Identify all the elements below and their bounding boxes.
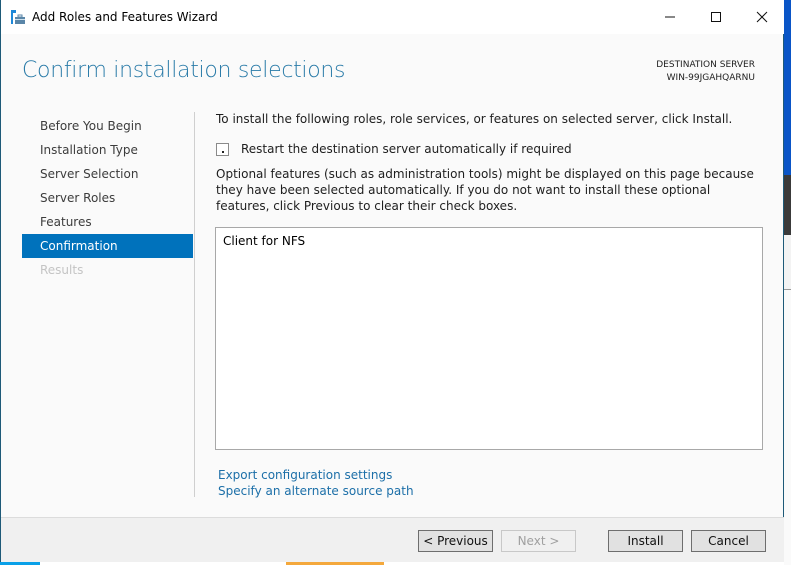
maximize-button[interactable] — [693, 0, 739, 34]
nav-item-features[interactable]: Features — [22, 210, 193, 234]
close-button[interactable] — [739, 0, 785, 34]
desktop-background-panel-light — [784, 235, 791, 290]
nav-item-before-you-begin[interactable]: Before You Begin — [22, 114, 193, 138]
cancel-button[interactable]: Cancel — [691, 530, 766, 552]
button-bar: < Previous Next > Install Cancel — [1, 517, 784, 562]
wizard-nav: Before You Begin Installation Type Serve… — [22, 114, 193, 282]
nav-divider — [194, 112, 195, 497]
links-area: Export configuration settings Specify an… — [218, 467, 414, 499]
next-button: Next > — [501, 530, 576, 552]
page-title: Confirm installation selections — [22, 58, 346, 83]
title-bar[interactable]: Add Roles and Features Wizard — [1, 0, 784, 34]
selection-item: Client for NFS — [223, 234, 306, 248]
nav-item-confirmation[interactable]: Confirmation — [22, 234, 193, 258]
restart-checkbox-label[interactable]: Restart the destination server automatic… — [241, 142, 572, 156]
nav-item-results: Results — [40, 263, 84, 277]
destination-server-info: DESTINATION SERVER WIN-99JGAHQARNU — [656, 59, 755, 85]
window-title: Add Roles and Features Wizard — [32, 10, 218, 24]
nav-item-server-selection[interactable]: Server Selection — [22, 162, 193, 186]
wizard-window: Add Roles and Features Wizard Confirm in… — [0, 0, 784, 562]
maximize-icon — [711, 12, 721, 22]
optional-features-note: Optional features (such as administratio… — [216, 167, 754, 213]
minimize-button[interactable] — [647, 0, 693, 34]
desktop-background-top — [784, 0, 791, 175]
alternate-source-path-link[interactable]: Specify an alternate source path — [218, 483, 414, 499]
previous-button[interactable]: < Previous — [418, 530, 493, 552]
server-manager-icon — [11, 10, 25, 24]
desktop-background-panel — [784, 175, 791, 235]
intro-text: To install the following roles, role ser… — [216, 112, 733, 126]
destination-server-name: WIN-99JGAHQARNU — [666, 73, 755, 83]
selections-list[interactable]: Client for NFS — [215, 227, 763, 450]
restart-option[interactable]: Restart the destination server automatic… — [216, 142, 572, 156]
install-button[interactable]: Install — [608, 530, 683, 552]
close-icon — [756, 11, 768, 23]
desktop-background-rest — [784, 290, 791, 565]
destination-server-label: DESTINATION SERVER — [656, 60, 755, 70]
nav-item-installation-type[interactable]: Installation Type — [22, 138, 193, 162]
minimize-icon — [665, 16, 675, 18]
nav-item-server-roles[interactable]: Server Roles — [22, 186, 193, 210]
export-configuration-link[interactable]: Export configuration settings — [218, 467, 414, 483]
restart-checkbox[interactable] — [216, 142, 229, 156]
